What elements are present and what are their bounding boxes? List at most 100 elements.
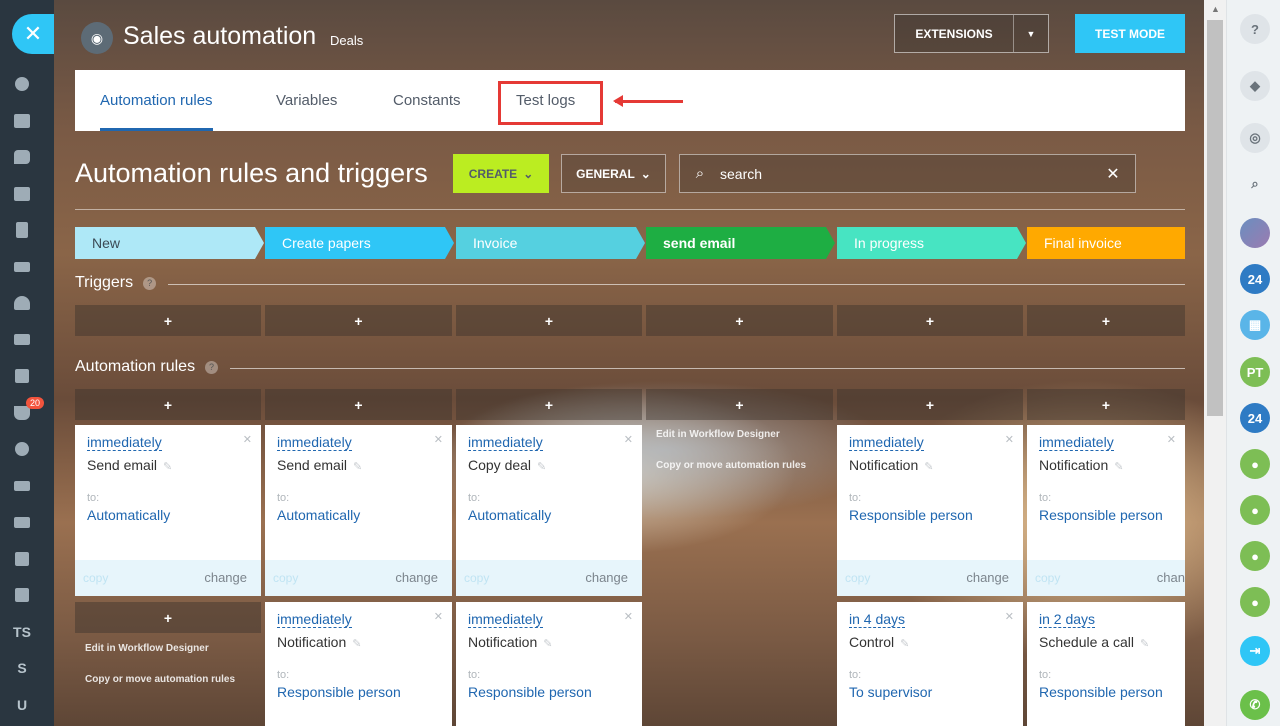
copy-move-rules-link[interactable]: Copy or move automation rules	[85, 674, 235, 685]
pencil-icon[interactable]: ✎	[924, 461, 933, 473]
stage-create-papers[interactable]: Create papers	[265, 227, 454, 259]
user-initials-avatar[interactable]: PT	[1240, 357, 1270, 387]
add-rule-button[interactable]: +	[75, 602, 261, 633]
tab-automation-rules[interactable]: Automation rules	[100, 92, 213, 131]
rule-recipient[interactable]: Responsible person	[468, 684, 592, 700]
rule-card[interactable]: immediately ✕ Notification ✎ to: Responsi…	[265, 602, 452, 726]
extensions-label[interactable]: EXTENSIONS	[895, 15, 1014, 52]
delete-icon[interactable]: ✕	[624, 610, 633, 623]
stage-send-email[interactable]: send email	[646, 227, 835, 259]
add-rule-button[interactable]: +	[456, 389, 642, 420]
add-rule-button[interactable]: +	[1027, 389, 1185, 420]
activity-stream-icon[interactable]	[0, 66, 44, 103]
add-trigger-button[interactable]: +	[837, 305, 1023, 336]
id-card-icon[interactable]	[0, 504, 44, 541]
add-rule-button[interactable]: +	[75, 389, 261, 420]
rule-card[interactable]: in 4 days ✕ Control ✎ to: To supervisor	[837, 602, 1023, 726]
rule-recipient[interactable]: Responsible person	[849, 507, 973, 523]
change-link[interactable]: change	[585, 570, 628, 585]
bell-icon[interactable]: ◆	[1240, 71, 1270, 101]
pencil-icon[interactable]: ✎	[353, 461, 362, 473]
chat-icon[interactable]	[0, 139, 44, 176]
cart-icon[interactable]	[0, 468, 44, 505]
copy-link[interactable]: copy	[845, 571, 870, 585]
extensions-button[interactable]: EXTENSIONS ▼	[894, 14, 1049, 53]
clear-icon[interactable]: ✕	[1091, 164, 1135, 184]
help-icon[interactable]: ?	[205, 360, 219, 374]
crm-filter-icon[interactable]: 20	[0, 395, 45, 432]
pencil-icon[interactable]: ✎	[1140, 638, 1149, 650]
rule-recipient[interactable]: Automatically	[87, 507, 170, 523]
tasks-icon[interactable]	[0, 103, 44, 140]
add-trigger-button[interactable]: +	[456, 305, 642, 336]
stage-new[interactable]: New	[75, 227, 264, 259]
group-chat-icon-3[interactable]: ●	[1240, 541, 1270, 571]
rule-delay[interactable]: immediately	[277, 434, 352, 451]
copy-link[interactable]: copy	[464, 571, 489, 585]
rule-recipient[interactable]: Automatically	[277, 507, 360, 523]
scrollbar-thumb[interactable]	[1207, 20, 1223, 416]
delete-icon[interactable]: ✕	[434, 610, 443, 623]
help-icon[interactable]: ?	[1240, 14, 1270, 44]
create-button[interactable]: CREATE ⌄	[453, 154, 549, 193]
delete-icon[interactable]: ✕	[434, 433, 443, 446]
sidebar-item-s[interactable]: S	[0, 650, 44, 687]
edit-in-workflow-designer-link[interactable]: Edit in Workflow Designer	[85, 643, 235, 654]
rule-recipient[interactable]: Responsible person	[1039, 507, 1163, 523]
open-lines-icon[interactable]: ◎	[1240, 123, 1270, 153]
stage-final-invoice[interactable]: Final invoice	[1027, 227, 1185, 259]
change-link[interactable]: change	[395, 570, 438, 585]
copy-link[interactable]: copy	[1035, 571, 1060, 585]
bitrix24-icon-2[interactable]: 24	[1240, 403, 1270, 433]
rule-card[interactable]: immediately ✕ Send email ✎ to: Automatica…	[75, 425, 261, 596]
delete-icon[interactable]: ✕	[624, 433, 633, 446]
test-mode-button[interactable]: TEST MODE	[1075, 14, 1185, 53]
rule-card[interactable]: immediately ✕ Copy deal ✎ to: Automatical…	[456, 425, 642, 596]
rule-delay[interactable]: immediately	[277, 611, 352, 628]
page-scrollbar[interactable]: ▲	[1204, 0, 1226, 726]
rule-card[interactable]: immediately ✕ Notification ✎ to: Responsi…	[1027, 425, 1185, 596]
tab-constants[interactable]: Constants	[393, 92, 461, 109]
mail-icon[interactable]	[0, 322, 44, 359]
group-chat-icon[interactable]: ●	[1240, 449, 1270, 479]
close-icon[interactable]: ✕	[12, 14, 54, 54]
rule-delay[interactable]: immediately	[1039, 434, 1114, 451]
rule-delay[interactable]: immediately	[468, 434, 543, 451]
exit-icon[interactable]: ⇥	[1240, 636, 1270, 666]
add-rule-button[interactable]: +	[265, 389, 452, 420]
sidebar-item-u[interactable]: U	[0, 687, 44, 724]
rule-recipient[interactable]: Responsible person	[277, 684, 401, 700]
rule-card[interactable]: immediately ✕ Send email ✎ to: Automatica…	[265, 425, 452, 596]
rule-delay[interactable]: in 4 days	[849, 611, 906, 628]
pencil-icon[interactable]: ✎	[163, 461, 172, 473]
copy-link[interactable]: copy	[83, 571, 108, 585]
general-filter-button[interactable]: GENERAL ⌄	[561, 154, 666, 193]
stage-in-progress[interactable]: In progress	[837, 227, 1026, 259]
add-trigger-button[interactable]: +	[646, 305, 833, 336]
search-field[interactable]: ⌕ ✕	[679, 154, 1136, 193]
add-rule-button[interactable]: +	[837, 389, 1023, 420]
search-input[interactable]	[720, 165, 1091, 182]
pencil-icon[interactable]: ✎	[537, 461, 546, 473]
help-icon[interactable]: ?	[143, 276, 157, 290]
pencil-icon[interactable]: ✎	[352, 638, 361, 650]
scroll-up-icon[interactable]: ▲	[1211, 4, 1220, 14]
pencil-icon[interactable]: ✎	[900, 638, 909, 650]
delete-icon[interactable]: ✕	[1167, 433, 1176, 446]
rule-recipient[interactable]: Automatically	[468, 507, 551, 523]
target-icon[interactable]	[0, 431, 44, 468]
search-icon[interactable]: ⌕	[1240, 169, 1270, 199]
phone-icon[interactable]: ✆	[1240, 690, 1270, 720]
chevron-down-icon[interactable]: ▼	[1014, 15, 1048, 52]
bitrix24-icon[interactable]: 24	[1240, 264, 1270, 294]
rule-card[interactable]: immediately ✕ Notification ✎ to: Responsi…	[837, 425, 1023, 596]
delete-icon[interactable]: ✕	[243, 433, 252, 446]
box-icon[interactable]	[0, 541, 44, 578]
rule-delay[interactable]: immediately	[87, 434, 162, 451]
delete-icon[interactable]: ✕	[1005, 610, 1014, 623]
tab-variables[interactable]: Variables	[276, 92, 337, 109]
change-link[interactable]: change	[204, 570, 247, 585]
rule-delay[interactable]: in 2 days	[1039, 611, 1096, 628]
stage-invoice[interactable]: Invoice	[456, 227, 645, 259]
documents-icon[interactable]	[0, 212, 44, 249]
